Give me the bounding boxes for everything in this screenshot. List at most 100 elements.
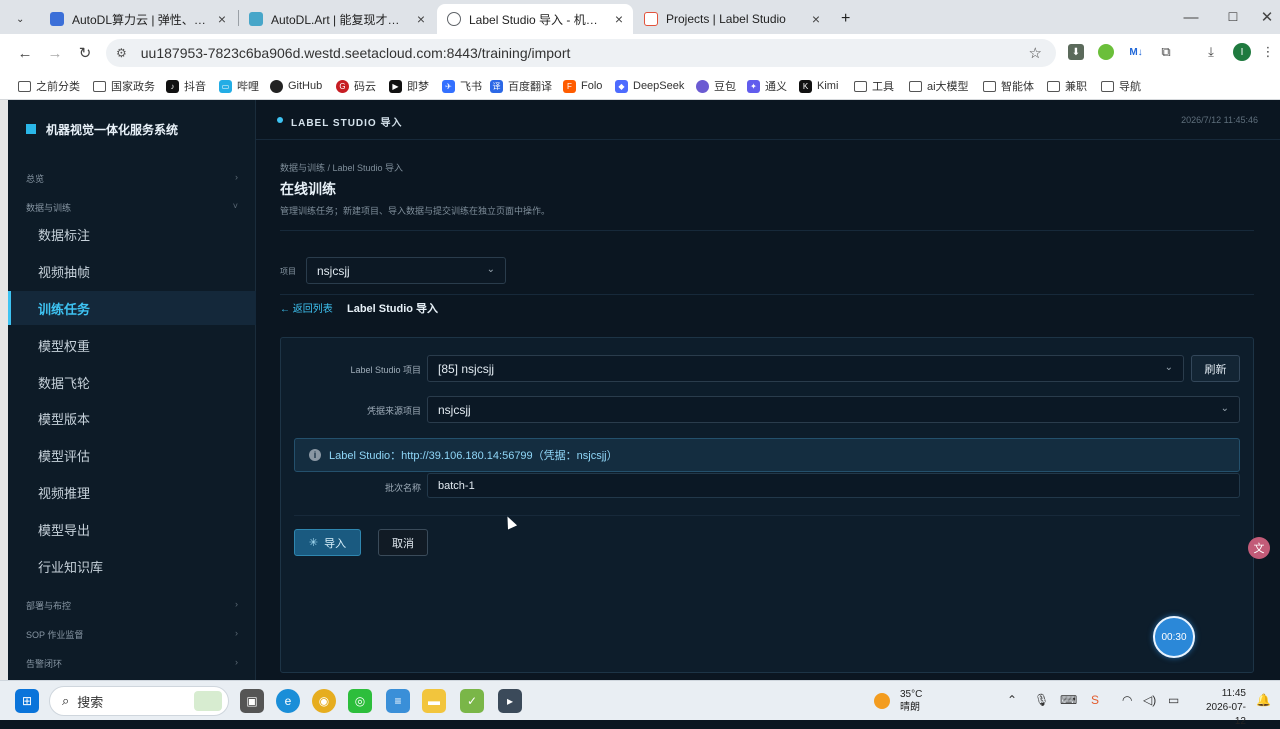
app-tray-icon[interactable]: S xyxy=(1091,693,1099,707)
bookmark-item[interactable]: ♪ 抖音 xyxy=(166,78,206,94)
sidebar-item-model-evaluation[interactable]: 模型评估 xyxy=(8,438,256,472)
downloads-icon[interactable]: ⤓ xyxy=(1203,44,1219,60)
sidebar-item-knowledge-base[interactable]: 行业知识库 xyxy=(8,549,256,583)
nav-group-alerts[interactable]: 告警闭环 › xyxy=(26,657,238,671)
bookmark-item[interactable]: ✦ 通义 xyxy=(747,78,787,94)
extension-markdown-icon[interactable]: M↓ xyxy=(1128,44,1144,60)
folder-icon xyxy=(983,80,996,92)
forward-arrow-icon[interactable]: → xyxy=(44,42,66,64)
bookmark-folder[interactable]: 国家政务 xyxy=(93,78,155,94)
bookmark-item[interactable]: ◆ DeepSeek xyxy=(615,78,684,94)
nav-group-data-training[interactable]: 数据与训练 ˅ xyxy=(26,201,238,215)
bookmark-item[interactable]: ▭ 哔哩 xyxy=(219,78,259,94)
weather-widget[interactable]: 35°C 晴朗 xyxy=(874,687,922,715)
new-tab-button[interactable]: + xyxy=(836,4,860,34)
folo-icon: F xyxy=(563,79,576,93)
chrome-icon[interactable]: ◉ xyxy=(312,689,336,713)
nav-group-deployment[interactable]: 部署与布控 › xyxy=(26,599,238,613)
windows-start-icon[interactable]: ⊞ xyxy=(15,689,39,713)
site-info-icon[interactable]: ⚙ xyxy=(116,46,127,60)
app-terminal-icon[interactable]: ▸ xyxy=(498,689,522,713)
task-view-icon[interactable]: ▣ xyxy=(240,689,264,713)
battery-icon[interactable]: ▭ xyxy=(1168,693,1179,707)
reload-icon[interactable]: ↻ xyxy=(74,42,96,64)
sidebar-item-annotation[interactable]: 数据标注 xyxy=(8,217,256,251)
nav-group-overview[interactable]: 总览 › xyxy=(26,172,238,186)
taskbar-search-input[interactable]: ⌕ 搜索 xyxy=(49,686,229,716)
bookmark-item[interactable]: F Folo xyxy=(563,78,602,94)
notepad-icon[interactable]: ≡ xyxy=(386,689,410,713)
tab-search-button[interactable]: ⌄ xyxy=(10,4,36,34)
tab-autodl-art[interactable]: AutoDL.Art | 能复现才是好算 × xyxy=(239,4,435,34)
profile-avatar[interactable]: I xyxy=(1233,43,1251,61)
nav-group-sop[interactable]: SOP 作业监督 › xyxy=(26,628,238,642)
close-window-button[interactable]: ✕ xyxy=(1256,6,1278,28)
tray-chevron-up-icon[interactable]: ⌃ xyxy=(1007,693,1017,707)
bookmark-star-icon[interactable]: ☆ xyxy=(1029,44,1042,62)
close-icon[interactable]: × xyxy=(218,11,226,27)
project-select[interactable]: nsjcsjj ⌄ xyxy=(306,257,506,284)
chevron-down-icon: ⌄ xyxy=(1164,362,1173,373)
bookmark-folder[interactable]: 之前分类 xyxy=(18,78,80,94)
clock-time: 11:45 xyxy=(1221,688,1246,699)
search-icon: ⌕ xyxy=(62,693,70,708)
sidebar-item-model-export[interactable]: 模型导出 xyxy=(8,512,256,546)
refresh-button[interactable]: 刷新 xyxy=(1191,355,1240,382)
ls-project-select[interactable]: [85] nsjcsjj ⌄ xyxy=(427,355,1184,382)
bookmark-label: 国家政务 xyxy=(111,81,155,93)
bookmark-folder[interactable]: ai大模型 xyxy=(909,78,969,94)
batch-name-input[interactable]: batch-1 xyxy=(427,473,1240,498)
sidebar-item-video-inference[interactable]: 视频推理 xyxy=(8,475,256,509)
sidebar-item-training-tasks[interactable]: 训练任务 xyxy=(8,291,256,325)
close-icon[interactable]: × xyxy=(615,11,623,27)
wifi-icon[interactable]: ◠ xyxy=(1122,693,1132,707)
bookmark-item[interactable]: GitHub xyxy=(270,78,322,94)
translate-icon[interactable]: 文 xyxy=(1248,537,1270,559)
bookmark-item[interactable]: ✈ 飞书 xyxy=(442,78,482,94)
volume-icon[interactable]: ◁) xyxy=(1143,693,1156,707)
cancel-button[interactable]: 取消 xyxy=(378,529,428,556)
bookmark-folder[interactable]: 智能体 xyxy=(983,78,1034,94)
bookmark-item[interactable]: 豆包 xyxy=(696,78,736,94)
notification-bell-icon[interactable]: 🔔 xyxy=(1256,693,1271,707)
tab-autodl[interactable]: AutoDL算力云 | 弹性、好用、 × xyxy=(40,4,236,34)
bookmark-label: 通义 xyxy=(765,81,787,93)
sidebar-item-label: 数据飞轮 xyxy=(38,375,91,391)
chevron-down-icon: ˅ xyxy=(232,201,238,211)
menu-dots-icon[interactable]: ⋮ xyxy=(1260,44,1276,60)
file-explorer-icon[interactable]: ▬ xyxy=(422,689,446,713)
sidebar-item-model-versions[interactable]: 模型版本 xyxy=(8,401,256,435)
edge-icon[interactable]: e xyxy=(276,689,300,713)
extension-download-icon[interactable]: ⬇ xyxy=(1068,44,1084,60)
taskbar-clock[interactable]: 11:45 2026-07-12 xyxy=(1204,687,1246,729)
tab-label-studio-import[interactable]: Label Studio 导入 - 机器视觉 × xyxy=(437,4,633,34)
bookmark-folder[interactable]: 工具 xyxy=(854,78,894,94)
sidebar: 机器视觉一体化服务系统 总览 › 数据与训练 ˅ 数据标注 视频抽帧 训练任务 模型… xyxy=(8,100,256,680)
address-bar[interactable]: ⚙ uu187953-7823c6ba906d.westd.seetacloud… xyxy=(106,39,1056,67)
timer-badge[interactable]: 00:30 xyxy=(1153,616,1195,658)
wechat-icon[interactable]: ◎ xyxy=(348,689,372,713)
close-icon[interactable]: × xyxy=(812,11,820,27)
back-arrow-icon[interactable]: ← xyxy=(14,42,36,64)
back-to-list-link[interactable]: ← 返回列表 xyxy=(280,300,333,315)
bookmark-item[interactable]: K Kimi xyxy=(799,78,838,94)
extensions-puzzle-icon[interactable]: ⧉ xyxy=(1158,44,1174,60)
ime-icon[interactable]: ⌨ xyxy=(1060,693,1077,707)
minimize-button[interactable]: — xyxy=(1180,6,1202,28)
sidebar-item-model-weights[interactable]: 模型权重 xyxy=(8,328,256,362)
bookmark-item[interactable]: ▶ 即梦 xyxy=(389,78,429,94)
maximize-button[interactable]: ☐ xyxy=(1222,6,1244,28)
import-button[interactable]: ✳ 导入 xyxy=(294,529,361,556)
extension-green-icon[interactable] xyxy=(1098,44,1114,60)
bookmark-folder[interactable]: 导航 xyxy=(1101,78,1141,94)
app-green-icon[interactable]: ✓ xyxy=(460,689,484,713)
close-icon[interactable]: × xyxy=(417,11,425,27)
sidebar-item-frame-extraction[interactable]: 视频抽帧 xyxy=(8,254,256,288)
tab-label-studio-projects[interactable]: Projects | Label Studio × xyxy=(634,4,830,34)
credential-project-select[interactable]: nsjcsjj ⌄ xyxy=(427,396,1240,423)
sidebar-item-data-flywheel[interactable]: 数据飞轮 xyxy=(8,365,256,399)
microphone-icon[interactable]: 🎙 xyxy=(1034,693,1049,707)
bookmark-folder[interactable]: 兼职 xyxy=(1047,78,1087,94)
bookmark-item[interactable]: G 码云 xyxy=(336,78,376,94)
bookmark-item[interactable]: 译百度翻译 xyxy=(490,78,552,94)
